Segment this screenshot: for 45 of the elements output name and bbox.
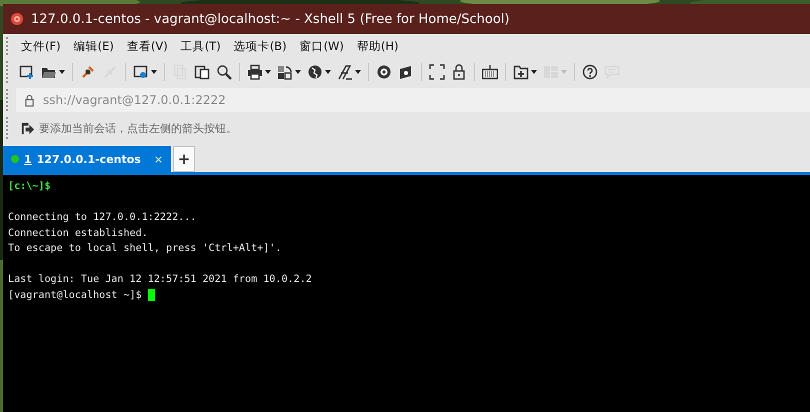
session-tab[interactable]: 1 127.0.0.1-centos × <box>3 146 172 172</box>
tab-title: 127.0.0.1-centos <box>36 152 141 166</box>
search-icon <box>216 64 232 80</box>
paste-icon <box>194 64 210 80</box>
tab-number: 1 <box>24 152 32 166</box>
output-line: Last login: Tue Jan 12 12:57:51 2021 from 10.0.2.2 <box>8 273 312 287</box>
menu-item[interactable]: 帮助(H) <box>352 36 404 56</box>
close-button[interactable]: × <box>146 152 164 166</box>
fullscreen-icon <box>429 64 445 80</box>
window-title: 127.0.0.1-centos - vagrant@localhost:~ - Xshell 5 (Free for Home/School) <box>31 12 510 26</box>
address-text: ssh://vagrant@127.0.0.1:2222 <box>43 93 226 107</box>
prompt-text: [c:\~]$ <box>8 180 51 194</box>
hint-text: 要添加当前会话，点击左侧的箭头按钮。 <box>39 120 237 136</box>
menu-item[interactable]: 窗口(W) <box>294 36 349 56</box>
printer-icon <box>247 64 263 80</box>
caret-icon <box>265 70 271 74</box>
new-session-icon <box>19 64 35 80</box>
folder-plus-icon <box>513 64 529 80</box>
arrow-icon[interactable] <box>20 120 35 136</box>
terminal[interactable]: [c:\~]$ Connecting to 127.0.0.1:2222... Connection established. To escape to local shell, press 'Ctrl+Alt+]'. Last login: Tue Jan 12 12:57:51 2021 from 10.0.2.2 [vagrant@localhost ~]$ <box>3 175 810 412</box>
caret-icon <box>355 70 361 74</box>
output-line: Connecting to 127.0.0.1:2222... <box>8 211 196 225</box>
properties-icon <box>133 64 149 80</box>
caret-icon <box>531 70 537 74</box>
menu-item[interactable]: 工具(T) <box>176 36 226 56</box>
toolbar-button[interactable] <box>479 62 501 82</box>
lock-icon <box>24 94 35 106</box>
menu-item[interactable]: 查看(V) <box>122 36 173 56</box>
menu-item[interactable]: 文件(F) <box>16 36 66 56</box>
new-tab-button[interactable]: + <box>173 146 196 172</box>
keyboard-icon <box>482 64 498 80</box>
caret-icon <box>59 70 65 74</box>
caret-icon <box>325 70 331 74</box>
caret-icon <box>561 70 567 74</box>
menu-item[interactable]: 编辑(E) <box>68 36 119 56</box>
output-line: Connection established. <box>8 226 148 240</box>
transfer-icon <box>277 64 293 80</box>
output-line: [vagrant@localhost ~]$ <box>8 288 143 302</box>
caret-icon <box>295 70 301 74</box>
help-icon <box>582 64 598 80</box>
menu-item[interactable]: 选项卡(B) <box>228 36 292 56</box>
output-line: To escape to local shell, press 'Ctrl+Alt+]'. <box>8 242 282 256</box>
font-icon <box>337 64 353 80</box>
caret-icon <box>151 70 157 74</box>
lock-icon <box>451 64 467 80</box>
